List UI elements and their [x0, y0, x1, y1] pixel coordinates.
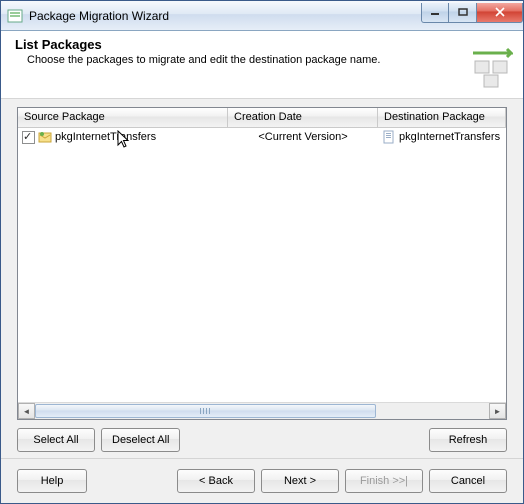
destination-package-name: pkgInternetTransfers: [399, 131, 500, 143]
cell-creation: <Current Version>: [228, 128, 378, 146]
cancel-button[interactable]: Cancel: [429, 469, 507, 493]
table-row[interactable]: pkgInternetTransfers <Current Version> p…: [18, 128, 506, 146]
app-icon: [7, 8, 23, 24]
page-subtitle: Choose the packages to migrate and edit …: [15, 54, 509, 66]
grid-body: pkgInternetTransfers <Current Version> p…: [18, 128, 506, 402]
help-button[interactable]: Help: [17, 469, 87, 493]
scroll-thumb[interactable]: [35, 404, 376, 418]
scroll-right-button[interactable]: ►: [489, 403, 506, 419]
packages-grid[interactable]: Source Package Creation Date Destination…: [17, 107, 507, 420]
maximize-button[interactable]: [449, 3, 477, 23]
scroll-track[interactable]: [35, 403, 489, 419]
cell-source: pkgInternetTransfers: [18, 128, 228, 146]
back-button[interactable]: < Back: [177, 469, 255, 493]
wizard-header: List Packages Choose the packages to mig…: [1, 31, 523, 99]
grid-header-row: Source Package Creation Date Destination…: [18, 108, 506, 128]
row-checkbox[interactable]: [22, 131, 35, 144]
page-title: List Packages: [15, 37, 509, 52]
col-header-creation[interactable]: Creation Date: [228, 108, 378, 127]
cell-destination[interactable]: pkgInternetTransfers: [378, 128, 506, 146]
refresh-button[interactable]: Refresh: [429, 428, 507, 452]
next-button[interactable]: Next >: [261, 469, 339, 493]
package-icon: [38, 130, 52, 144]
titlebar[interactable]: Package Migration Wizard: [1, 1, 523, 31]
minimize-button[interactable]: [421, 3, 449, 23]
col-header-destination[interactable]: Destination Package: [378, 108, 506, 127]
source-package-name: pkgInternetTransfers: [55, 131, 156, 143]
select-all-button[interactable]: Select All: [17, 428, 95, 452]
creation-date: <Current Version>: [258, 131, 347, 143]
wizard-graphic-icon: [469, 47, 513, 91]
finish-button: Finish >>|: [345, 469, 423, 493]
selection-button-row: Select All Deselect All Refresh: [17, 420, 507, 456]
scroll-left-button[interactable]: ◄: [18, 403, 35, 419]
wizard-window: Package Migration Wizard List Packages C…: [0, 0, 524, 504]
close-button[interactable]: [477, 3, 523, 23]
content-area: Source Package Creation Date Destination…: [1, 99, 523, 503]
col-header-source[interactable]: Source Package: [18, 108, 228, 127]
horizontal-scrollbar[interactable]: ◄ ►: [18, 402, 506, 419]
window-controls: [421, 3, 523, 23]
window-title: Package Migration Wizard: [29, 9, 421, 23]
deselect-all-button[interactable]: Deselect All: [101, 428, 180, 452]
document-icon: [382, 130, 396, 144]
wizard-nav-row: Help < Back Next > Finish >>| Cancel: [17, 459, 507, 493]
